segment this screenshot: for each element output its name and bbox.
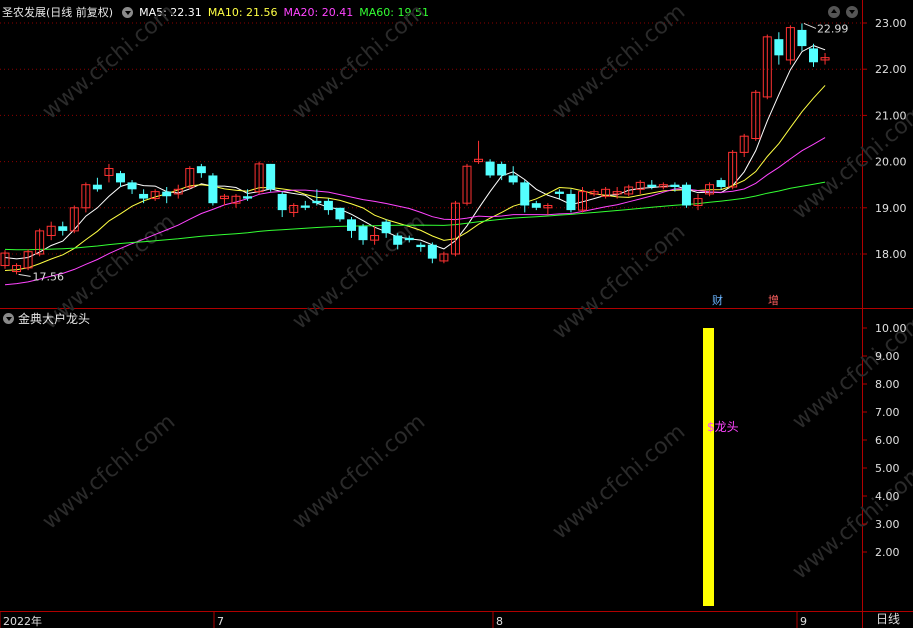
candle-body [797,29,807,47]
indicator-panel: $龙头 [703,328,739,606]
kline-chart: www.cfchi.com www.cfchi.com www.cfchi.com w… [0,0,913,628]
candle-body [508,175,518,183]
candle-body [162,191,172,197]
period-label[interactable]: 日线 [863,611,913,628]
candle-body [809,48,818,63]
time-tick-label: 2022年 [3,614,42,628]
candle-body [277,193,287,211]
price-tick-label: 21.00 [875,109,907,122]
candle-body [347,219,356,231]
low-label: 17.56 [33,270,65,283]
candle-body [485,161,495,176]
candle-body [566,193,576,211]
watermark-text: www.cfchi.com [288,409,430,534]
candle-body [554,191,564,194]
candle-body [139,193,149,199]
candle-body [670,184,680,188]
watermark-text: www.cfchi.com [548,0,690,125]
ind-tick-label: 5.00 [875,462,900,475]
candle-body [716,180,726,188]
price-tick-label: 20.00 [875,156,907,169]
candle-body [404,237,414,241]
candle-body [647,184,657,188]
candle-body [393,235,403,245]
time-tick-label: 8 [496,615,503,628]
low-pointer [18,273,31,277]
high-pointer [803,23,817,29]
ind-tick-label: 10.00 [875,322,907,335]
ind-tick-label: 4.00 [875,490,900,503]
candle-body [196,166,206,174]
time-tick-label: 9 [800,615,807,628]
axes: 23.00 22.00 21.00 20.00 19.00 18.00 10.00 9.00 8… [0,17,907,628]
indicator-title: 金典大户龙头 [18,311,91,326]
time-tick-label: 7 [217,615,224,628]
candle-body [416,244,426,248]
candle-body [381,221,391,234]
chevron-down-icon[interactable] [3,312,14,324]
candle-body [531,203,541,208]
candle-body [127,182,137,190]
ind-tick-label: 8.00 [875,378,900,391]
indicator-header: 金典大户龙头 [0,310,90,326]
candle-body [335,207,345,220]
watermark-text: www.cfchi.com [38,409,180,534]
watermark-text: www.cfchi.com [548,219,690,344]
ind-tick-label: 9.00 [875,350,900,363]
candle-body [300,205,310,208]
price-tick-label: 22.00 [875,63,907,76]
candle-body [497,163,507,176]
high-label: 22.99 [817,22,849,35]
signal-bar [703,328,714,606]
ind-tick-label: 2.00 [875,546,900,559]
finance-tag[interactable]: 财 [710,292,725,308]
candle-body [323,200,333,211]
candle-body [208,175,218,204]
watermark-text: www.cfchi.com [38,0,180,125]
candle-body [358,226,368,241]
increase-tag[interactable]: 增 [766,292,781,308]
candle-body [92,184,102,190]
price-tick-label: 18.00 [875,248,907,261]
candle-body [266,163,276,190]
candle-body [116,173,125,183]
watermark-text: www.cfchi.com [288,0,430,125]
watermark-text: www.cfchi.com [548,419,690,544]
price-tick-label: 23.00 [875,17,907,30]
candle-body [243,196,253,199]
ind-tick-label: 6.00 [875,434,900,447]
price-tick-label: 19.00 [875,202,907,215]
candle-body [427,244,437,259]
candle-body [312,200,322,204]
candle-body [681,184,691,206]
signal-label: $龙头 [707,420,739,434]
ind-tick-label: 7.00 [875,406,900,419]
ind-tick-label: 3.00 [875,518,900,531]
candle-body [520,182,530,206]
candle-body [774,39,784,56]
candle-body [58,226,68,231]
